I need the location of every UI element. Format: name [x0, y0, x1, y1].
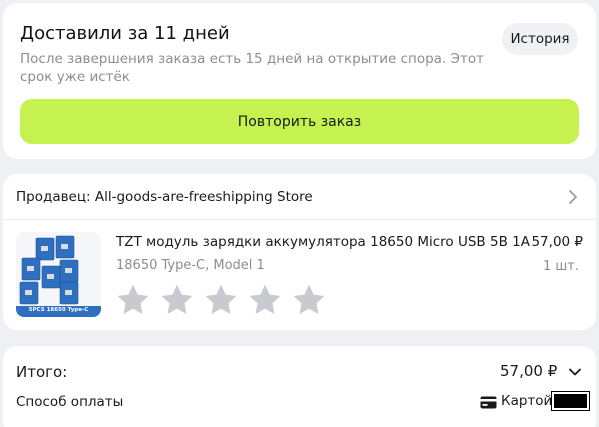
- dispute-description: После завершения заказа есть 15 дней на …: [20, 51, 484, 85]
- redacted-card-number: [551, 391, 590, 411]
- star-icon[interactable]: [291, 282, 327, 318]
- delivery-title: Доставили за 11 дней: [20, 23, 230, 44]
- summary-card: Итого: 57,00 ₽ Способ оплаты Картой: [3, 346, 596, 427]
- history-button[interactable]: История: [502, 23, 578, 55]
- payment-method-label: Способ оплаты: [16, 394, 124, 410]
- charging-module-picture: [16, 232, 101, 317]
- total-label: Итого:: [16, 363, 68, 381]
- repeat-order-button[interactable]: Повторить заказ: [20, 99, 579, 144]
- product-image-caption: 5PCS 18650 Type-C: [28, 307, 89, 313]
- product-title[interactable]: TZT модуль зарядки аккумулятора 18650 Mi…: [116, 234, 530, 250]
- product-price: 57,00 ₽: [531, 234, 583, 250]
- star-icon[interactable]: [159, 282, 195, 318]
- star-icon[interactable]: [247, 282, 283, 318]
- product-quantity: 1 шт.: [542, 259, 579, 274]
- product-variant: 18650 Type-C, Model 1: [116, 258, 265, 273]
- chevron-down-icon[interactable]: [569, 368, 581, 376]
- seller-row[interactable]: Продавец: All-goods-are-freeshipping Sto…: [3, 174, 596, 220]
- total-value[interactable]: 57,00 ₽: [500, 362, 557, 380]
- star-icon[interactable]: [203, 282, 239, 318]
- delivery-card: Доставили за 11 дней После завершения за…: [3, 3, 596, 159]
- seller-label: Продавец: All-goods-are-freeshipping Sto…: [16, 188, 313, 205]
- star-icon[interactable]: [115, 282, 151, 318]
- chevron-right-icon: [569, 190, 577, 204]
- product-image[interactable]: 5PCS 18650 Type-C: [16, 232, 101, 317]
- card-icon: [480, 396, 497, 409]
- payment-method-value: Картой: [501, 393, 553, 409]
- order-items-card: Продавец: All-goods-are-freeshipping Sto…: [3, 174, 596, 330]
- rating-stars: [115, 282, 327, 318]
